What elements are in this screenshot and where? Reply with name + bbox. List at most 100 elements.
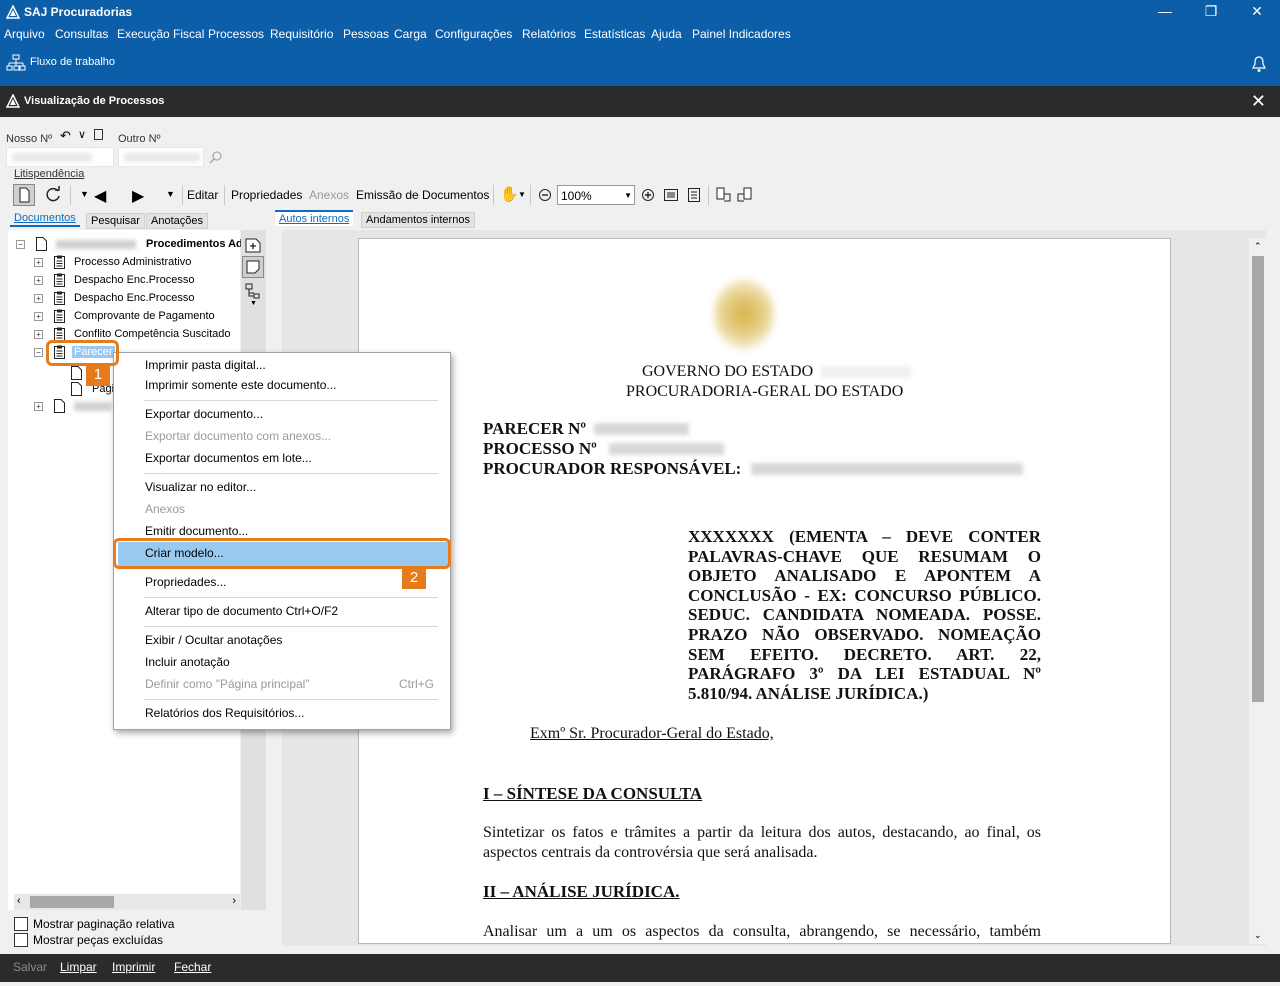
- imprimir-button[interactable]: Imprimir: [112, 960, 155, 974]
- note-toggle-button[interactable]: [242, 256, 264, 278]
- menu-configuracoes[interactable]: Configurações: [435, 27, 512, 41]
- scroll-up-icon[interactable]: ⌃: [1254, 241, 1262, 252]
- outro-numero-input[interactable]: [118, 147, 204, 167]
- menu-painel-indicadores[interactable]: Painel Indicadores: [692, 27, 791, 41]
- menu-item-incluir-anotacao[interactable]: Incluir anotação: [145, 655, 230, 669]
- refresh-icon[interactable]: [44, 186, 62, 204]
- page-icon: [71, 382, 82, 396]
- menu-item-emitir-documento[interactable]: Emitir documento...: [145, 524, 248, 538]
- add-document-icon[interactable]: [244, 236, 262, 254]
- previous-page-icon[interactable]: ◀: [94, 186, 106, 206]
- menu-carga[interactable]: Carga: [394, 27, 427, 41]
- clipboard-icon: [54, 273, 65, 287]
- menu-item-visualizar-editor[interactable]: Visualizar no editor...: [145, 480, 256, 494]
- more-tools-icon[interactable]: ▼: [250, 300, 257, 307]
- document-view-toggle[interactable]: [13, 184, 35, 206]
- emissao-documentos-button[interactable]: Emissão de Documentos: [356, 188, 489, 202]
- tab-andamentos-internos[interactable]: Andamentos internos: [361, 212, 475, 228]
- mostrar-pecas-label: Mostrar peças excluídas: [33, 933, 164, 947]
- scroll-left-icon[interactable]: ‹: [17, 895, 21, 907]
- propriedades-button[interactable]: Propriedades: [231, 188, 302, 202]
- scroll-right-icon[interactable]: ›: [232, 895, 236, 907]
- limpar-button[interactable]: Limpar: [60, 960, 97, 974]
- maximize-button[interactable]: ❐: [1188, 0, 1234, 24]
- tree-item-label: Despacho Enc.Processo: [74, 292, 195, 304]
- tab-documentos[interactable]: Documentos: [10, 211, 80, 227]
- zoom-out-icon[interactable]: [538, 188, 552, 202]
- zoom-select[interactable]: 100% ▼: [557, 185, 635, 205]
- menu-item-shortcut: Ctrl+G: [399, 677, 435, 691]
- menu-item-exportar-documento[interactable]: Exportar documento...: [145, 407, 263, 421]
- scroll-thumb[interactable]: [30, 896, 114, 908]
- callout-highlight-1: [46, 340, 119, 366]
- menu-item-alterar-tipo[interactable]: Alterar tipo de documento Ctrl+O/F2: [145, 604, 338, 618]
- salvar-button[interactable]: Salvar: [13, 960, 47, 974]
- next-page-icon[interactable]: ▶: [132, 186, 144, 206]
- scroll-down-icon[interactable]: ⌄: [1254, 930, 1262, 941]
- scroll-thumb[interactable]: [1252, 256, 1264, 702]
- collapse-icon[interactable]: −: [16, 240, 25, 249]
- clipboard-icon: [54, 291, 65, 305]
- menu-item-imprimir-pasta[interactable]: Imprimir pasta digital...: [145, 358, 266, 372]
- fit-page-icon[interactable]: [686, 187, 702, 203]
- last-page-dropdown[interactable]: ▼: [166, 189, 175, 199]
- menu-item-propriedades[interactable]: Propriedades...: [145, 575, 226, 589]
- inner-window-title: Visualização de Processos: [24, 95, 165, 107]
- menu-relatorios[interactable]: Relatórios: [522, 27, 576, 41]
- doc-section-1-text: Sintetizar os fatos e trâmites a partir …: [483, 824, 1041, 861]
- workflow-link[interactable]: Fluxo de trabalho: [30, 56, 115, 68]
- rotate-right-icon[interactable]: [736, 186, 754, 204]
- menu-execucao-fiscal[interactable]: Execução Fiscal: [117, 27, 204, 41]
- mostrar-pecas-checkbox[interactable]: [14, 933, 28, 947]
- litispendencia-link[interactable]: Litispendência: [14, 168, 84, 180]
- menu-pessoas[interactable]: Pessoas: [343, 27, 389, 41]
- menu-processos[interactable]: Processos: [208, 27, 264, 41]
- editar-button[interactable]: Editar: [187, 188, 218, 202]
- horizontal-scrollbar[interactable]: ‹ ›: [14, 894, 240, 910]
- menu-estatisticas[interactable]: Estatísticas: [584, 27, 645, 41]
- menu-item-relatorios-requisitorios[interactable]: Relatórios dos Requisitórios...: [145, 706, 304, 720]
- menu-item-exportar-em-lote[interactable]: Exportar documentos em lote...: [145, 451, 312, 465]
- menu-item-exibir-ocultar-anotacoes[interactable]: Exibir / Ocultar anotações: [145, 633, 282, 647]
- callout-badge-2: 2: [402, 567, 426, 589]
- menu-item-exportar-com-anexos[interactable]: Exportar documento com anexos...: [145, 429, 331, 443]
- nosso-numero-input[interactable]: [6, 147, 114, 167]
- menu-arquivo[interactable]: Arquivo: [4, 27, 45, 41]
- close-inner-window-button[interactable]: ✕: [1251, 91, 1266, 112]
- anexos-button[interactable]: Anexos: [309, 188, 349, 202]
- clipboard-icon: [54, 309, 65, 323]
- fechar-button[interactable]: Fechar: [174, 960, 211, 974]
- page-icon: [54, 399, 65, 413]
- tree-structure-icon[interactable]: [244, 282, 262, 300]
- menu-item-imprimir-documento[interactable]: Imprimir somente este documento...: [145, 378, 336, 392]
- chevron-down-icon[interactable]: ∨: [78, 128, 86, 141]
- menu-requisitorio[interactable]: Requisitório: [270, 27, 333, 41]
- menu-consultas[interactable]: Consultas: [55, 27, 108, 41]
- menu-item-definir-pagina-principal[interactable]: Definir como "Página principal": [145, 677, 310, 691]
- fit-width-icon[interactable]: [663, 187, 679, 203]
- page-icon: [71, 366, 82, 380]
- menu-ajuda[interactable]: Ajuda: [651, 27, 682, 41]
- undo-icon[interactable]: ↶: [60, 128, 71, 144]
- close-window-button[interactable]: ✕: [1234, 0, 1280, 24]
- mostrar-paginacao-checkbox[interactable]: [14, 917, 28, 931]
- search-icon[interactable]: [209, 150, 223, 164]
- outro-numero-label: Outro Nº: [118, 133, 161, 145]
- tab-pesquisar[interactable]: Pesquisar: [86, 213, 145, 229]
- bell-icon[interactable]: [1252, 55, 1266, 73]
- rotate-left-icon[interactable]: [714, 186, 732, 204]
- vertical-scrollbar[interactable]: ⌃ ⌄: [1249, 238, 1267, 944]
- menu-item-anexos[interactable]: Anexos: [145, 502, 185, 516]
- first-page-dropdown[interactable]: ▼: [80, 189, 89, 199]
- hand-tool-icon[interactable]: ✋: [500, 185, 519, 203]
- tree-item-label: Comprovante de Pagamento: [74, 310, 215, 322]
- zoom-in-icon[interactable]: [641, 188, 655, 202]
- hand-tool-dropdown[interactable]: ▼: [518, 190, 526, 199]
- window-title: SAJ Procuradorias: [24, 5, 133, 19]
- doc-ementa: XXXXXXX (EMENTA – DEVE CONTER PALAVRAS-C…: [688, 527, 1041, 703]
- tab-anotacoes[interactable]: Anotações: [146, 213, 208, 229]
- tab-autos-internos[interactable]: Autos internos: [275, 210, 354, 226]
- document-icon[interactable]: [94, 129, 103, 140]
- tree-item-label: Processo Administrativo: [74, 256, 192, 268]
- minimize-button[interactable]: —: [1142, 0, 1188, 24]
